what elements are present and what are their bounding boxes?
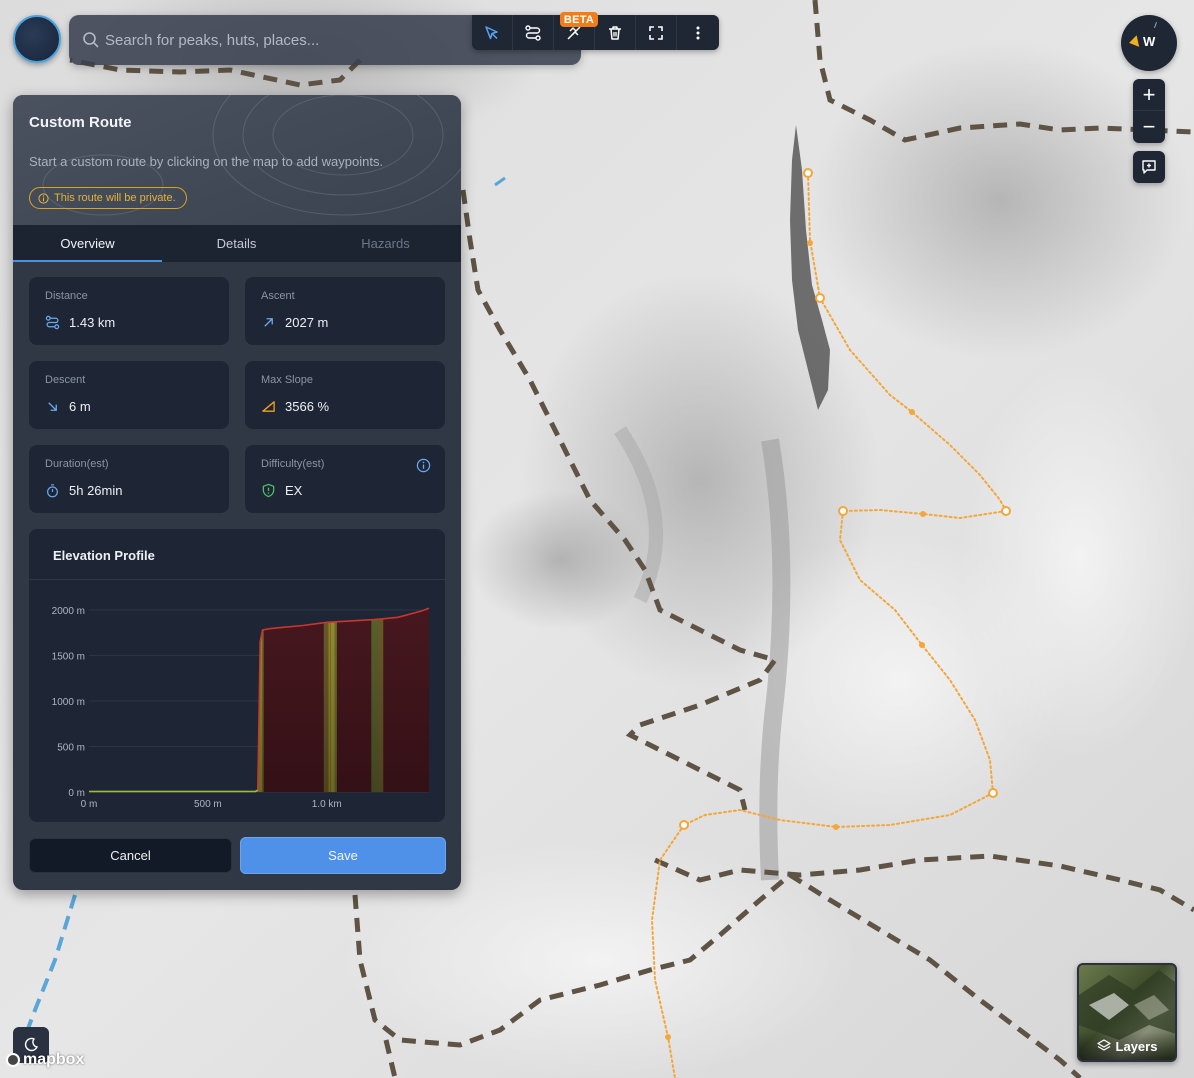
stopwatch-icon <box>47 484 58 498</box>
private-notice-badge: This route will be private. <box>29 187 187 209</box>
route-icon <box>45 315 60 330</box>
stat-duration: Duration(est) 5h 26min <box>29 445 229 513</box>
panel-title: Custom Route <box>29 114 132 131</box>
difficulty-info-icon[interactable] <box>416 458 431 473</box>
zoom-in-button[interactable]: + <box>1133 79 1165 111</box>
elevation-chart[interactable]: 0 m 500 m 1000 m 1500 m 2000 m 0 m 500 m 1.0 k… <box>29 580 445 822</box>
slope-icon <box>262 401 275 412</box>
zoom-control: + − <box>1133 79 1165 143</box>
stat-max-slope-value: 3566 % <box>285 399 330 414</box>
layers-label: Layers <box>1115 1038 1158 1054</box>
info-icon <box>38 192 49 204</box>
elevation-x-axis: 0 m 500 m 1.0 km <box>81 799 342 810</box>
stat-duration-value: 5h 26min <box>69 483 123 498</box>
custom-route-panel: Custom Route Start a custom route by cli… <box>13 95 461 890</box>
more-options-button[interactable] <box>677 15 718 50</box>
stat-ascent-label: Ascent <box>261 290 295 302</box>
add-comment-icon <box>1142 160 1156 174</box>
user-avatar[interactable] <box>13 15 61 63</box>
elevation-y-axis: 0 m 500 m 1000 m 1500 m 2000 m <box>52 606 85 799</box>
more-vertical-icon <box>696 26 699 39</box>
elevation-x-tick-label: 500 m <box>194 799 222 810</box>
feedback-button[interactable] <box>1133 151 1165 183</box>
stat-difficulty: Difficulty(est) EX <box>245 445 445 513</box>
elevation-y-tick-label: 500 m <box>57 743 85 754</box>
elevation-profile-title: Elevation Profile <box>53 548 155 563</box>
layers-icon <box>1096 1039 1111 1051</box>
stat-ascent-value: 2027 m <box>285 315 329 330</box>
cancel-button[interactable]: Cancel <box>29 838 232 873</box>
select-cursor-icon <box>485 25 498 39</box>
arrow-down-right-icon <box>48 402 57 411</box>
compass-button[interactable]: W <box>1121 15 1177 71</box>
compass-needle-icon <box>1127 35 1140 49</box>
delete-route-button[interactable] <box>595 15 636 50</box>
stat-max-slope: Max Slope 3566 % <box>245 361 445 429</box>
stat-descent: Descent 6 m <box>29 361 229 429</box>
route-tool-button[interactable] <box>513 15 554 50</box>
elevation-x-tick-label: 1.0 km <box>312 799 342 810</box>
beta-badge: BETA <box>560 12 598 27</box>
tab-details[interactable]: Details <box>162 225 311 262</box>
stat-distance-value: 1.43 km <box>69 315 116 330</box>
search-icon <box>83 32 99 48</box>
select-tool-button[interactable] <box>472 15 513 50</box>
stat-duration-label: Duration(est) <box>45 458 109 470</box>
mapbox-label: mapbox <box>23 1051 85 1068</box>
search-input[interactable] <box>105 27 465 53</box>
fullscreen-icon <box>649 25 663 40</box>
stat-difficulty-value: EX <box>285 483 303 498</box>
layers-label-row: Layers <box>1079 1032 1175 1060</box>
stat-difficulty-label: Difficulty(est) <box>261 458 325 470</box>
layers-button[interactable]: Layers <box>1077 963 1177 1062</box>
private-notice-text: This route will be private. <box>54 192 176 204</box>
stat-descent-label: Descent <box>45 374 86 386</box>
stat-distance-label: Distance <box>45 290 88 302</box>
elevation-y-tick-label: 2000 m <box>52 606 85 617</box>
stat-descent-value: 6 m <box>69 399 91 414</box>
stat-ascent: Ascent 2027 m <box>245 277 445 345</box>
trash-icon <box>609 25 621 40</box>
stat-distance: Distance 1.43 km <box>29 277 229 345</box>
route-icon <box>525 24 541 41</box>
elevation-x-tick-label: 0 m <box>81 799 98 810</box>
panel-subtitle: Start a custom route by clicking on the … <box>29 154 384 169</box>
fullscreen-button[interactable] <box>636 15 677 50</box>
panel-tabs: Overview Details Hazards <box>13 225 461 262</box>
arrow-up-right-icon <box>264 318 273 327</box>
elevation-profile-card: Elevation Profile 0 m 500 m 1000 m 1500 m 20… <box>29 529 445 822</box>
tab-hazards: Hazards <box>361 236 410 251</box>
save-button[interactable]: Save <box>240 837 446 874</box>
elevation-flat-line <box>89 789 259 793</box>
mapbox-attribution[interactable]: mapbox <box>6 1051 84 1069</box>
stat-max-slope-label: Max Slope <box>261 374 313 386</box>
elevation-y-tick-label: 1500 m <box>52 652 85 663</box>
elevation-y-tick-label: 0 m <box>68 788 85 799</box>
zoom-out-button[interactable]: − <box>1133 111 1165 143</box>
elevation-y-tick-label: 1000 m <box>52 697 85 708</box>
tab-overview[interactable]: Overview <box>13 225 162 262</box>
compass-label: W <box>1143 34 1156 49</box>
shield-icon <box>262 483 275 498</box>
mapbox-logo-icon <box>6 1053 20 1067</box>
compass-tick <box>1154 22 1157 28</box>
